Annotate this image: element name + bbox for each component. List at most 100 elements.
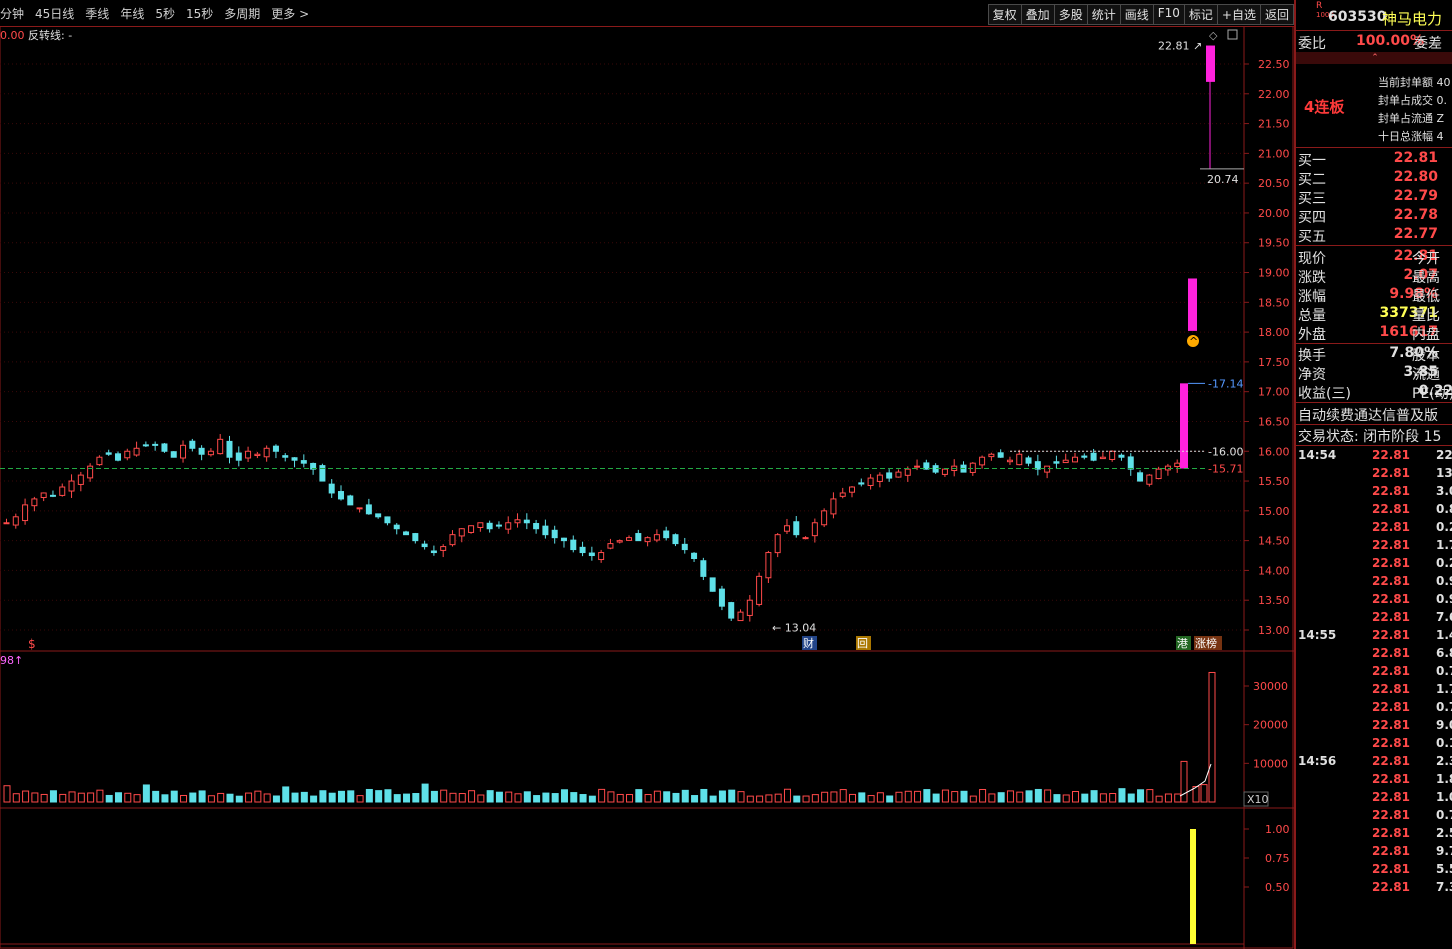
candle-body xyxy=(1062,459,1069,464)
weibi-label: 委比 xyxy=(1298,36,1326,52)
diamond-icon: ◇ xyxy=(1209,29,1218,42)
period-tab-5[interactable]: 15秒 xyxy=(186,5,213,22)
period-tab-0[interactable]: 分钟 xyxy=(0,5,24,22)
candle-body xyxy=(821,510,828,526)
limitup-candle xyxy=(1180,383,1188,469)
volume-unit-label: X10 xyxy=(1247,793,1269,806)
volume-bar xyxy=(904,790,912,803)
volume-bar xyxy=(607,791,615,803)
limitup-candle xyxy=(1188,278,1197,331)
line-label: -17.14 xyxy=(1208,377,1243,390)
volume-bar xyxy=(542,792,550,803)
promo-banner[interactable]: 自动续费通达信普及版 xyxy=(1298,405,1438,425)
volume-bar xyxy=(514,793,522,803)
volume-bar xyxy=(505,791,513,803)
candle-body xyxy=(1025,457,1032,464)
volume-bar xyxy=(430,790,438,803)
period-tab-3[interactable]: 年线 xyxy=(120,5,144,22)
volume-bar xyxy=(821,791,829,803)
period-tab-6[interactable]: 多周期 xyxy=(224,5,260,22)
up-arrow-glyph: ^ xyxy=(1189,335,1198,348)
tick-price: 22.81 xyxy=(1372,574,1410,588)
candle-body xyxy=(59,486,66,496)
volume-bar xyxy=(626,794,634,803)
action-button-8[interactable]: 返回 xyxy=(1259,4,1294,25)
candle-body xyxy=(839,492,846,497)
period-tab-1[interactable]: 45日线 xyxy=(35,5,74,22)
period-tab-2[interactable]: 季线 xyxy=(85,5,109,22)
indicator-tick-label: 1.00 xyxy=(1265,823,1290,836)
candle-body xyxy=(653,534,660,541)
action-button-4[interactable]: 画线 xyxy=(1119,4,1154,25)
expand-icon[interactable]: ⌃ xyxy=(1296,52,1452,64)
volume-bar xyxy=(960,790,968,803)
volume-bar xyxy=(254,790,262,803)
indicator-left-value: 0.00 xyxy=(0,29,25,42)
period-tab-4[interactable]: 5秒 xyxy=(155,5,175,22)
low-label: 20.74 xyxy=(1207,173,1239,186)
tick-volume: 1.7 xyxy=(1436,682,1452,696)
action-button-6[interactable]: 标记 xyxy=(1183,4,1218,25)
volume-bar xyxy=(598,788,606,803)
tick-volume: 5.5 xyxy=(1436,862,1452,876)
tick-volume: 0.2 xyxy=(1436,520,1452,534)
tick-volume: 9.7 xyxy=(1436,844,1452,858)
action-button-7[interactable]: +自选 xyxy=(1216,4,1261,25)
tick-volume: 3.0 xyxy=(1436,484,1452,498)
candle-body xyxy=(718,588,725,607)
tick-time: 14:56 xyxy=(1298,754,1337,768)
period-tab-7[interactable]: 更多 > xyxy=(271,5,309,22)
action-button-3[interactable]: 统计 xyxy=(1086,4,1121,25)
price-tick-label: 22.00 xyxy=(1258,88,1290,101)
price-tick-label: 17.00 xyxy=(1258,386,1290,399)
price-tick-label: 13.00 xyxy=(1258,624,1290,637)
action-button-1[interactable]: 叠加 xyxy=(1020,4,1055,25)
volume-bar xyxy=(1146,789,1154,803)
volume-bar xyxy=(560,789,568,803)
candle-body xyxy=(96,456,103,466)
candle-body xyxy=(886,472,893,479)
stock-name[interactable]: 神马电力 xyxy=(1382,8,1442,29)
tick-volume: 1.8 xyxy=(1436,772,1452,786)
candle-body xyxy=(598,552,605,561)
tick-volume: 1.4 xyxy=(1436,628,1452,642)
volume-bar xyxy=(1062,794,1070,803)
quote-label: 外盘 xyxy=(1298,327,1326,343)
candle-body xyxy=(133,447,140,456)
action-button-2[interactable]: 多股 xyxy=(1053,4,1088,25)
price-tick-label: 20.50 xyxy=(1258,177,1290,190)
volume-bar xyxy=(1208,671,1216,803)
candle-body xyxy=(1137,472,1144,482)
quote-row: 现价 22.81 今开 xyxy=(1298,248,1440,268)
action-button-0[interactable]: 复权 xyxy=(987,4,1022,25)
bid-label: 买四 xyxy=(1298,210,1326,226)
volume-tick-label: 10000 xyxy=(1253,757,1288,770)
volume-bar xyxy=(226,793,234,803)
volume-bar xyxy=(180,794,188,803)
bid-label: 买一 xyxy=(1298,153,1326,169)
volume-bar xyxy=(170,790,178,803)
volume-bar xyxy=(830,791,838,803)
candle-body xyxy=(291,457,298,461)
action-button-5[interactable]: F10 xyxy=(1152,4,1185,25)
tick-volume: 0.7 xyxy=(1436,808,1452,822)
volume-bar xyxy=(737,791,745,803)
volume-bar xyxy=(1053,794,1061,803)
volume-bar xyxy=(77,792,85,803)
volume-tick-label: 30000 xyxy=(1253,680,1288,693)
candle-body xyxy=(700,560,707,577)
kline-chart[interactable]: 22.50 22.00 21.50 21.00 20.50 20.00 19.50 19.00… xyxy=(0,26,1294,949)
volume-bar xyxy=(756,795,764,803)
seal-info-item: 十日总涨幅 4 xyxy=(1378,130,1444,143)
volume-bar xyxy=(40,793,48,803)
candle-body xyxy=(570,539,577,551)
candle-body xyxy=(22,504,29,522)
price-tick-label: 16.50 xyxy=(1258,415,1290,428)
candle-body xyxy=(1109,450,1116,460)
zhangbang-marker: 涨榜 xyxy=(1195,636,1217,650)
tick-volume: 9.0 xyxy=(1436,718,1452,732)
volume-bar xyxy=(969,795,977,803)
divider xyxy=(1296,445,1452,446)
divider xyxy=(1296,402,1452,403)
chart-actions: 复权 叠加 多股 统计 画线 F10 标记 +自选 返回 xyxy=(987,4,1294,25)
